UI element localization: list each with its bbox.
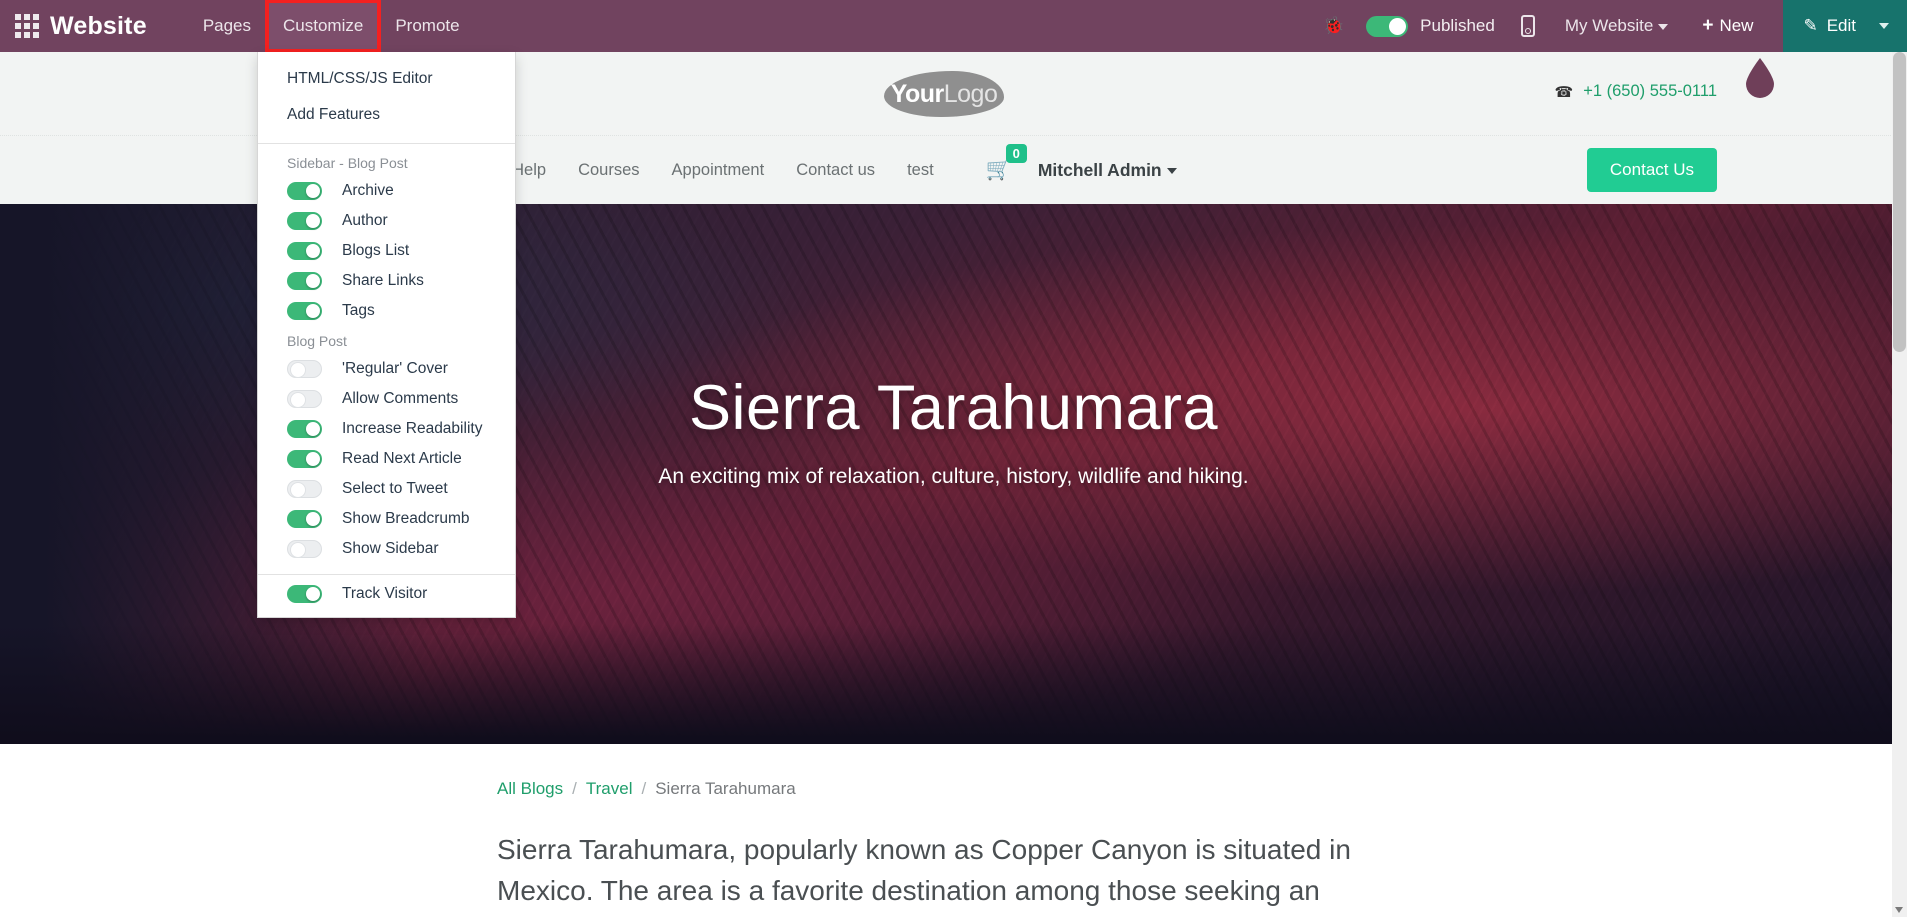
site-logo-strong: Your bbox=[890, 79, 945, 108]
article-section: All Blogs / Travel / Sierra Tarahumara S… bbox=[0, 744, 1907, 917]
apps-grid-icon[interactable] bbox=[14, 13, 40, 39]
mobile-phone-icon[interactable] bbox=[1520, 15, 1535, 37]
site-nav-link-courses[interactable]: Courses bbox=[562, 161, 655, 180]
article-body-text: Sierra Tarahumara, popularly known as Co… bbox=[497, 834, 1351, 917]
cart-count-badge: 0 bbox=[1005, 144, 1027, 163]
toggle-switch-regular-cover[interactable] bbox=[287, 360, 322, 378]
toggle-switch-blogs-list[interactable] bbox=[287, 242, 322, 260]
menu-divider bbox=[258, 574, 515, 575]
navbar-item-customize[interactable]: Customize bbox=[265, 0, 382, 53]
odoo-backend-navbar: Website Pages Customize Promote 🐞 Publis… bbox=[0, 0, 1907, 53]
scrollbar-thumb[interactable] bbox=[1893, 52, 1906, 352]
breadcrumb-separator: / bbox=[641, 779, 647, 798]
edit-chevron-down-icon[interactable] bbox=[1879, 23, 1889, 29]
bug-icon[interactable]: 🐞 bbox=[1323, 16, 1344, 36]
user-menu-label: Mitchell Admin bbox=[1037, 159, 1162, 180]
toggle-switch-read-next-article[interactable] bbox=[287, 450, 322, 468]
published-toggle[interactable]: Published bbox=[1366, 15, 1495, 37]
new-button[interactable]: + New bbox=[1702, 15, 1753, 37]
menu-item-add-features[interactable]: Add Features bbox=[258, 97, 515, 133]
scroll-down-arrow-icon[interactable] bbox=[1895, 907, 1903, 913]
hero-bottom-shade bbox=[0, 624, 1907, 744]
toggle-blogs-list[interactable]: Blogs List bbox=[258, 236, 515, 266]
toggle-show-breadcrumb[interactable]: Show Breadcrumb bbox=[258, 504, 515, 534]
toggle-archive[interactable]: Archive bbox=[258, 176, 515, 206]
breadcrumb-current: Sierra Tarahumara bbox=[655, 779, 796, 798]
site-logo[interactable]: YourLogo bbox=[884, 71, 1004, 117]
pencil-icon: ✎ bbox=[1803, 16, 1818, 35]
site-nav-link-test[interactable]: test bbox=[891, 161, 950, 180]
breadcrumb-travel[interactable]: Travel bbox=[586, 779, 633, 799]
plus-icon: + bbox=[1702, 15, 1714, 36]
toggle-tags[interactable]: Tags bbox=[258, 296, 515, 326]
toggle-read-next-article[interactable]: Read Next Article bbox=[258, 444, 515, 474]
shopping-cart[interactable]: 🛒 0 bbox=[986, 144, 1027, 182]
edit-button-label: Edit bbox=[1826, 16, 1856, 35]
edit-button[interactable]: ✎ Edit bbox=[1783, 0, 1907, 52]
breadcrumb-separator: / bbox=[572, 779, 577, 798]
toggle-author[interactable]: Author bbox=[258, 206, 515, 236]
site-nav-link-appointment[interactable]: Appointment bbox=[656, 161, 781, 180]
website-brand-title[interactable]: Website bbox=[50, 12, 147, 41]
toggle-switch-share-links[interactable] bbox=[287, 272, 322, 290]
header-phone[interactable]: ☎ +1 (650) 555-0111 bbox=[1555, 82, 1717, 101]
site-logo-light: Logo bbox=[943, 79, 998, 108]
toggle-label-regular-cover: 'Regular' Cover bbox=[342, 360, 448, 377]
toggle-label-share-links: Share Links bbox=[342, 272, 424, 289]
toggle-switch-show-sidebar[interactable] bbox=[287, 540, 322, 558]
toggle-label-show-breadcrumb: Show Breadcrumb bbox=[342, 510, 470, 527]
menu-divider bbox=[258, 143, 515, 144]
toggle-switch-track-visitor[interactable] bbox=[287, 585, 322, 603]
toggle-track-visitor[interactable]: Track Visitor bbox=[258, 579, 515, 617]
navbar-item-promote[interactable]: Promote bbox=[379, 1, 475, 51]
user-chevron-down-icon bbox=[1166, 167, 1177, 174]
toggle-label-read-next-article: Read Next Article bbox=[342, 450, 462, 467]
toggle-select-to-tweet[interactable]: Select to Tweet bbox=[258, 474, 515, 504]
contact-us-button[interactable]: Contact Us bbox=[1586, 148, 1717, 192]
site-nav-link-contact-us[interactable]: Contact us bbox=[780, 161, 891, 180]
toggle-label-tags: Tags bbox=[342, 302, 375, 319]
menu-item-html-css-js-editor[interactable]: HTML/CSS/JS Editor bbox=[258, 61, 515, 97]
toggle-switch-select-to-tweet[interactable] bbox=[287, 480, 322, 498]
customize-dropdown-menu: HTML/CSS/JS Editor Add Features Sidebar … bbox=[257, 52, 516, 618]
toggle-label-select-to-tweet: Select to Tweet bbox=[342, 480, 448, 497]
toggle-switch-show-breadcrumb[interactable] bbox=[287, 510, 322, 528]
new-button-label: New bbox=[1719, 16, 1754, 35]
toggle-label-blogs-list: Blogs List bbox=[342, 242, 410, 259]
site-logo-text: YourLogo bbox=[891, 80, 998, 109]
drop-marker-icon bbox=[1746, 58, 1774, 98]
toggle-allow-comments[interactable]: Allow Comments bbox=[258, 384, 515, 414]
toggle-share-links[interactable]: Share Links bbox=[258, 266, 515, 296]
toggle-regular-cover[interactable]: 'Regular' Cover bbox=[258, 354, 515, 384]
toggle-label-show-sidebar: Show Sidebar bbox=[342, 540, 439, 557]
toggle-label-allow-comments: Allow Comments bbox=[342, 390, 459, 407]
website-selector[interactable]: My Website bbox=[1565, 16, 1669, 36]
published-label: Published bbox=[1420, 16, 1495, 35]
toggle-label-archive: Archive bbox=[342, 182, 394, 199]
toggle-switch-archive[interactable] bbox=[287, 182, 322, 200]
phone-icon: ☎ bbox=[1554, 83, 1574, 101]
toggle-switch-increase-readability[interactable] bbox=[287, 420, 322, 438]
menu-group-title-blog-post: Blog Post bbox=[287, 333, 347, 349]
toggle-switch-allow-comments[interactable] bbox=[287, 390, 322, 408]
page-scrollbar[interactable] bbox=[1892, 52, 1907, 917]
toggle-switch-author[interactable] bbox=[287, 212, 322, 230]
website-selector-label: My Website bbox=[1564, 16, 1654, 35]
toggle-increase-readability[interactable]: Increase Readability bbox=[258, 414, 515, 444]
toggle-label-increase-readability: Increase Readability bbox=[342, 420, 483, 437]
toggle-label-author: Author bbox=[342, 212, 388, 229]
navbar-item-pages[interactable]: Pages bbox=[187, 1, 267, 51]
breadcrumb-all-blogs[interactable]: All Blogs bbox=[497, 779, 563, 799]
toggle-switch-tags[interactable] bbox=[287, 302, 322, 320]
user-menu[interactable]: Mitchell Admin bbox=[1038, 160, 1177, 181]
menu-group-title-sidebar-blog-post: Sidebar - Blog Post bbox=[287, 155, 408, 171]
breadcrumb: All Blogs / Travel / Sierra Tarahumara bbox=[497, 779, 1907, 799]
toggle-label-track-visitor: Track Visitor bbox=[342, 585, 428, 602]
chevron-down-icon bbox=[1658, 23, 1669, 30]
toggle-show-sidebar[interactable]: Show Sidebar bbox=[258, 534, 515, 564]
header-phone-number[interactable]: +1 (650) 555-0111 bbox=[1583, 82, 1717, 101]
published-switch[interactable] bbox=[1366, 15, 1409, 37]
